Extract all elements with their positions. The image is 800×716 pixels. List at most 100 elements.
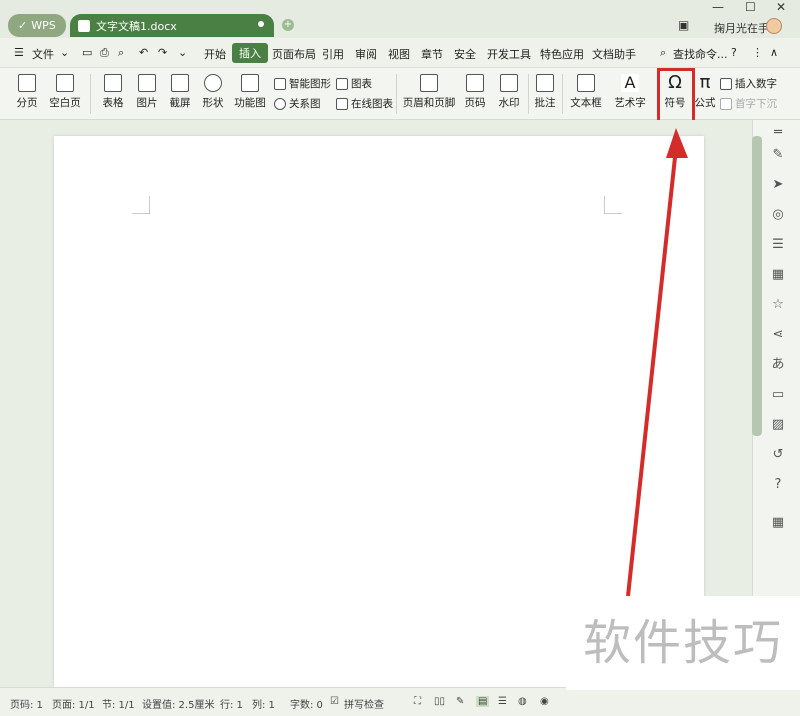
status-pages[interactable]: 页面: 1/1 xyxy=(52,696,95,711)
formula-button[interactable]: π 公式 xyxy=(694,74,716,110)
insert-number-button[interactable]: 插入数字 xyxy=(720,76,777,91)
quick-access-chevron-icon[interactable]: ⌄ xyxy=(178,46,187,59)
comment-icon xyxy=(536,74,554,92)
tab-developer[interactable]: 开发工具 xyxy=(487,46,531,62)
status-bar: 页码: 1 页面: 1/1 节: 1/1 设置值: 2.5厘米 行: 1 列: … xyxy=(0,687,800,716)
table-button[interactable]: 表格 xyxy=(98,74,128,110)
function-chart-button[interactable]: 功能图 xyxy=(231,74,269,110)
outline-view-icon[interactable]: ☰ xyxy=(498,696,507,707)
document-tab[interactable]: 文字文稿1.docx xyxy=(70,14,274,37)
web-view-icon[interactable]: ◍ xyxy=(518,696,527,707)
watermark-button[interactable]: 水印 xyxy=(494,74,524,110)
ribbon-label: 批注 xyxy=(534,97,556,109)
chevron-down-icon[interactable]: ⌄ xyxy=(60,46,69,59)
screenshot-button[interactable]: 截屏 xyxy=(165,74,195,110)
tab-view[interactable]: 视图 xyxy=(388,46,410,62)
tab-special-apps[interactable]: 特色应用 xyxy=(540,46,584,62)
text-box-icon xyxy=(577,74,595,92)
command-search-input[interactable]: 查找命令... xyxy=(673,46,728,62)
wps-home-tab[interactable]: ✓ WPS xyxy=(8,14,66,37)
ribbon-label: 在线图表 xyxy=(351,98,393,110)
new-tab-icon[interactable]: + xyxy=(282,19,294,31)
print-preview-icon[interactable]: ⌕ xyxy=(118,46,124,60)
drop-cap-button[interactable]: 首字下沉 xyxy=(720,96,777,111)
close-icon[interactable]: ✕ xyxy=(776,0,786,14)
shapes-button[interactable]: 形状 xyxy=(198,74,228,110)
avatar[interactable] xyxy=(766,18,782,34)
more-icon[interactable]: ⋮ xyxy=(752,46,763,59)
vertical-scrollbar[interactable] xyxy=(752,136,762,436)
tab-review[interactable]: 审阅 xyxy=(355,46,377,62)
status-setting[interactable]: 设置值: 2.5厘米 xyxy=(142,696,214,711)
maximize-icon[interactable]: ☐ xyxy=(745,0,756,14)
comment-button[interactable]: 批注 xyxy=(532,74,558,110)
shapes-icon[interactable]: ◎ xyxy=(771,208,785,222)
search-icon[interactable]: ⌕ xyxy=(660,46,666,60)
status-words[interactable]: 字数: 0 xyxy=(290,696,323,711)
focus-mode-icon[interactable]: ⛶ xyxy=(414,696,421,707)
undo-icon[interactable]: ↶ xyxy=(139,46,148,59)
ribbon-label: 形状 xyxy=(202,97,224,109)
function-chart-icon xyxy=(241,74,259,92)
shapes-icon xyxy=(204,74,222,92)
ribbon-label: 页眉和页脚 xyxy=(402,97,456,109)
help-icon[interactable]: ? xyxy=(771,478,785,492)
file-menu[interactable]: 文件 xyxy=(32,46,54,62)
tab-chapter[interactable]: 章节 xyxy=(421,46,443,62)
tab-start[interactable]: 开始 xyxy=(204,46,226,62)
word-art-button[interactable]: A 艺术字 xyxy=(612,74,648,110)
history-icon[interactable]: ↺ xyxy=(771,448,785,462)
user-name[interactable]: 掬月光在手 xyxy=(714,20,769,36)
tab-insert[interactable]: 插入 xyxy=(232,43,268,63)
page-number-button[interactable]: 页码 xyxy=(460,74,490,110)
star-icon[interactable]: ☆ xyxy=(771,298,785,312)
tab-page-layout[interactable]: 页面布局 xyxy=(272,46,316,62)
layout-icon[interactable]: ▣ xyxy=(678,18,689,32)
ribbon-label: 首字下沉 xyxy=(735,98,777,110)
apps-grid-icon[interactable]: ▦ xyxy=(771,516,785,530)
redo-icon[interactable]: ↷ xyxy=(158,46,167,59)
ribbon-label: 智能图形 xyxy=(289,78,331,90)
page-view-icon[interactable]: ▤ xyxy=(476,696,490,707)
unsaved-dot-icon xyxy=(258,21,264,27)
menu-bar: ☰ 文件 ⌄ ▭ ⎙ ⌕ ↶ ↷ ⌄ 开始 插入 页面布局 引用 审阅 视图 章… xyxy=(0,38,800,68)
picture-button[interactable]: 图片 xyxy=(132,74,162,110)
collapse-ribbon-icon[interactable]: ∧ xyxy=(770,46,778,59)
tab-doc-assistant[interactable]: 文档助手 xyxy=(592,46,636,62)
ribbon-label: 水印 xyxy=(498,97,520,109)
page-break-button[interactable]: 分页 xyxy=(12,74,42,110)
minimize-icon[interactable]: — xyxy=(712,0,724,14)
translate-icon[interactable]: あ xyxy=(771,358,785,372)
tab-references[interactable]: 引用 xyxy=(322,46,344,62)
relation-chart-icon xyxy=(274,97,286,110)
online-chart-button[interactable]: 在线图表 xyxy=(336,96,393,111)
gallery-icon[interactable]: ▦ xyxy=(771,268,785,282)
sidebar-collapse-icon[interactable]: ═ xyxy=(771,126,785,140)
tab-security[interactable]: 安全 xyxy=(454,46,476,62)
status-page: 页码: 1 xyxy=(10,700,43,711)
hamburger-icon[interactable]: ☰ xyxy=(14,46,24,59)
text-box-button[interactable]: 文本框 xyxy=(568,74,604,110)
read-mode-icon[interactable]: ▯▯ xyxy=(434,696,445,707)
save-icon[interactable]: ▭ xyxy=(82,46,92,59)
chart-icon xyxy=(336,77,348,90)
cursor-icon[interactable]: ➤ xyxy=(771,178,785,192)
archive-icon[interactable]: ▭ xyxy=(771,388,785,402)
help-icon[interactable]: ? xyxy=(731,46,737,59)
spellcheck-button[interactable]: 拼写检查 xyxy=(344,696,384,711)
blank-page-button[interactable]: 空白页 xyxy=(46,74,84,110)
relation-chart-button[interactable]: 关系图 xyxy=(274,96,321,111)
chart-button[interactable]: 图表 xyxy=(336,76,372,91)
image-icon[interactable]: ▨ xyxy=(771,418,785,432)
write-mode-icon[interactable]: ✎ xyxy=(456,696,464,707)
smart-art-button[interactable]: 智能图形 xyxy=(274,76,331,91)
settings-slider-icon[interactable]: ☰ xyxy=(771,238,785,252)
header-footer-button[interactable]: 页眉和页脚 xyxy=(402,74,456,110)
share-icon[interactable]: ⋖ xyxy=(771,328,785,342)
spellcheck-icon[interactable]: ☑ xyxy=(330,696,339,707)
ribbon-label: 插入数字 xyxy=(735,78,777,90)
pen-icon[interactable]: ✎ xyxy=(771,148,785,162)
eye-protection-icon[interactable]: ◉ xyxy=(540,696,549,707)
print-icon[interactable]: ⎙ xyxy=(100,46,109,60)
symbol-highlight-box xyxy=(657,68,695,126)
